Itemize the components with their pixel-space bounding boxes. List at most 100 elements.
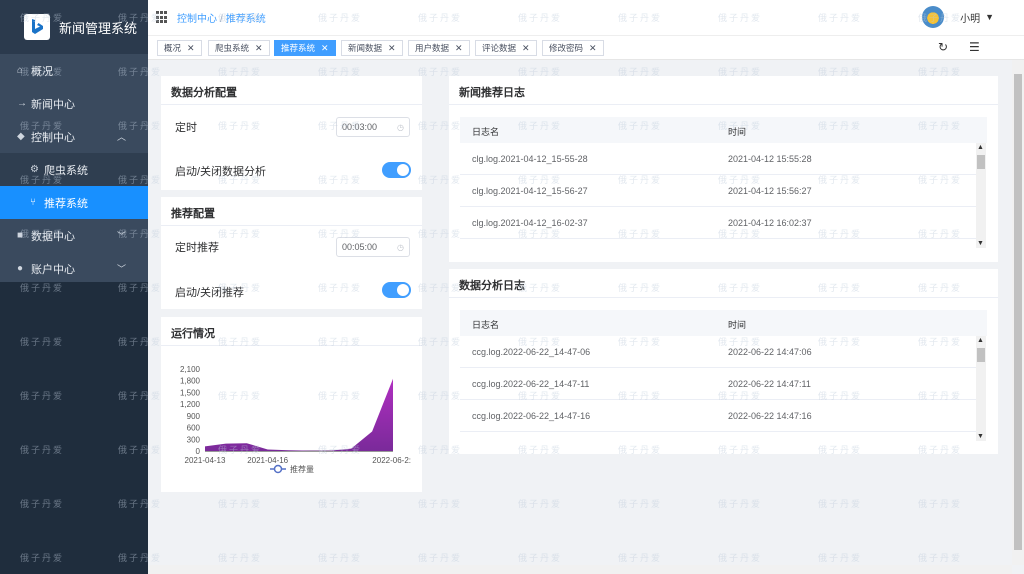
home-icon: ⌂ — [17, 65, 24, 76]
table-row[interactable]: ccg.log.2022-06-22_14-47-06 2022-06-22 1… — [460, 336, 976, 368]
tab-label: 评论数据 — [482, 43, 517, 53]
watermark-text: 俄子丹爱 — [818, 500, 863, 510]
timer-label: 定时 — [175, 122, 197, 134]
sidebar-item-data-center[interactable]: ■ 数据中心 ﹀ — [0, 219, 148, 252]
column-header: 时间 — [728, 320, 747, 330]
table-scrollbar[interactable]: ▲ ▼ — [976, 336, 986, 441]
log-time: 2022-06-22 14:47:16 — [728, 411, 812, 421]
sidebar-item-overview[interactable]: ⌂ 概况 — [0, 54, 148, 87]
sidebar-item-account-center[interactable]: ● 账户中心 ﹀ — [0, 252, 148, 285]
close-icon[interactable]: ✕ — [522, 43, 530, 54]
cube-icon: ◆ — [17, 131, 25, 142]
scroll-up-icon[interactable]: ▲ — [977, 144, 984, 151]
legend-label[interactable]: 推荐量 — [290, 464, 314, 474]
refresh-icon[interactable]: ↻ — [938, 40, 948, 54]
legend-marker[interactable] — [273, 464, 283, 474]
timer-label: 定时推荐 — [175, 242, 219, 254]
tab-label: 修改密码 — [549, 43, 584, 53]
close-icon[interactable]: ✕ — [388, 43, 396, 54]
scroll-up-icon[interactable]: ▲ — [977, 337, 984, 344]
analysis-toggle-switch[interactable] — [382, 162, 411, 178]
watermark-text: 俄子丹爱 — [418, 554, 463, 564]
divider — [449, 297, 998, 298]
tab-comment-data[interactable]: 评论数据 ✕ — [475, 40, 537, 56]
app-logo: 新闻管理系统 — [0, 0, 148, 54]
table-row[interactable]: clg.log.2021-04-12_15-56-27 2021-04-12 1… — [460, 175, 976, 207]
sidebar-item-label: 账户中心 — [31, 263, 75, 276]
tab-recommend[interactable]: 推荐系统 ✕ — [274, 40, 336, 56]
tab-news-data[interactable]: 新闻数据 ✕ — [341, 40, 403, 56]
sidebar-item-news-center[interactable]: → 新闻中心 — [0, 87, 148, 120]
page-scrollbar-horizontal[interactable] — [148, 565, 1012, 574]
tab-change-password[interactable]: 修改密码 ✕ — [542, 40, 604, 56]
toggle-label: 启动/关闭推荐 — [175, 287, 245, 299]
scroll-down-icon[interactable]: ▼ — [977, 433, 984, 440]
column-header: 日志名 — [472, 320, 500, 330]
scrollbar-thumb[interactable] — [977, 155, 985, 169]
caret-down-icon[interactable]: ▼ — [985, 12, 994, 22]
card-title: 数据分析配置 — [171, 87, 237, 99]
watermark-text: 俄子丹爱 — [518, 500, 563, 510]
scrollbar-thumb[interactable] — [977, 348, 985, 362]
watermark-text: 俄子丹爱 — [318, 554, 363, 564]
close-icon[interactable]: ✕ — [589, 43, 597, 54]
close-icon[interactable]: ✕ — [187, 43, 195, 54]
table-row[interactable]: clg.log.2021-04-12_16-02-37 2021-04-12 1… — [460, 207, 976, 239]
clock-icon: ◷ — [397, 242, 404, 252]
recommend-toggle-switch[interactable] — [382, 282, 411, 298]
sidebar-item-recommend[interactable]: ⑂ 推荐系统 — [0, 186, 148, 219]
sidebar-item-label: 概况 — [31, 65, 53, 78]
chevron-down-icon: ﹀ — [116, 264, 126, 274]
table-row[interactable]: ccg.log.2022-06-22_14-47-16 2022-06-22 1… — [460, 400, 976, 432]
column-header: 日志名 — [472, 127, 500, 137]
card-title: 新闻推荐日志 — [459, 87, 525, 99]
table-header: 日志名 时间 — [460, 310, 987, 336]
user-name[interactable]: 小明 — [960, 10, 980, 25]
watermark-text: 俄子丹爱 — [218, 500, 263, 510]
watermark-text: 俄子丹爱 — [618, 554, 663, 564]
table-row[interactable]: clg.log.2021-04-12_15-55-28 2021-04-12 1… — [460, 143, 976, 175]
time-value: 00:03:00 — [342, 122, 378, 132]
sidebar-item-label: 爬虫系统 — [44, 164, 88, 177]
settings-icon[interactable]: ☰ — [969, 40, 980, 54]
tab-user-data[interactable]: 用户数据 ✕ — [408, 40, 470, 56]
analysis-config-card: 数据分析配置 定时 00:03:00 ◷ 启动/关闭数据分析 — [161, 76, 422, 190]
watermark-text: 俄子丹爱 — [318, 500, 363, 510]
menu-toggle-icon[interactable] — [156, 11, 169, 24]
top-header: 控制中心 / 推荐系统 小明 ▼ — [148, 0, 1024, 36]
scrollbar-thumb[interactable] — [1014, 74, 1022, 550]
sidebar-item-control-center[interactable]: ◆ 控制中心 ︿ — [0, 120, 148, 153]
close-icon[interactable]: ✕ — [321, 43, 329, 54]
table-row[interactable]: ccg.log.2022-06-22_14-47-11 2022-06-22 1… — [460, 368, 976, 400]
tab-label: 概况 — [164, 43, 182, 53]
user-icon: ● — [17, 263, 24, 274]
analysis-timer-input[interactable]: 00:03:00 ◷ — [336, 117, 410, 137]
y-tick-label: 900 — [187, 412, 201, 421]
user-menu[interactable]: 小明 ▼ — [922, 6, 994, 28]
tab-crawler[interactable]: 爬虫系统 ✕ — [208, 40, 270, 56]
table-header: 日志名 时间 — [460, 117, 987, 143]
analysis-log-table: 日志名 时间 ccg.log.2022-06-22_14-47-06 2022-… — [460, 310, 987, 445]
sidebar-item-label: 控制中心 — [31, 131, 75, 144]
avatar[interactable] — [922, 6, 945, 28]
table-scrollbar[interactable]: ▲ ▼ — [976, 143, 986, 248]
breadcrumb-item[interactable]: 控制中心 — [177, 14, 217, 25]
tab-overview[interactable]: 概况 ✕ — [157, 40, 202, 56]
scroll-down-icon[interactable]: ▼ — [977, 240, 984, 247]
database-icon: ■ — [17, 230, 24, 241]
sidebar-item-crawler[interactable]: ⚙ 爬虫系统 — [0, 153, 148, 186]
y-tick-label: 2,100 — [180, 365, 201, 374]
watermark-text: 俄子丹爱 — [818, 554, 863, 564]
divider — [449, 104, 998, 105]
app-title: 新闻管理系统 — [59, 20, 138, 36]
close-icon[interactable]: ✕ — [455, 43, 463, 54]
tab-label: 用户数据 — [415, 43, 450, 53]
page-scrollbar-vertical[interactable] — [1012, 60, 1024, 565]
sidebar-menu: ⌂ 概况 → 新闻中心 ◆ 控制中心 ︿ ⚙ 爬虫系统 ⑂ 推荐系统 ■ 数据中… — [0, 54, 148, 285]
analysis-log-card: 数据分析日志 日志名 时间 ccg.log.2022-06-22_14-47-0… — [449, 269, 998, 454]
news-log-card: 新闻推荐日志 日志名 时间 clg.log.2021-04-12_15-55-2… — [449, 76, 998, 262]
breadcrumb-current: 推荐系统 — [225, 14, 266, 25]
close-icon[interactable]: ✕ — [255, 43, 263, 54]
recommend-timer-input[interactable]: 00:05:00 ◷ — [336, 237, 410, 257]
news-log-table: 日志名 时间 clg.log.2021-04-12_15-55-28 2021-… — [460, 117, 987, 252]
